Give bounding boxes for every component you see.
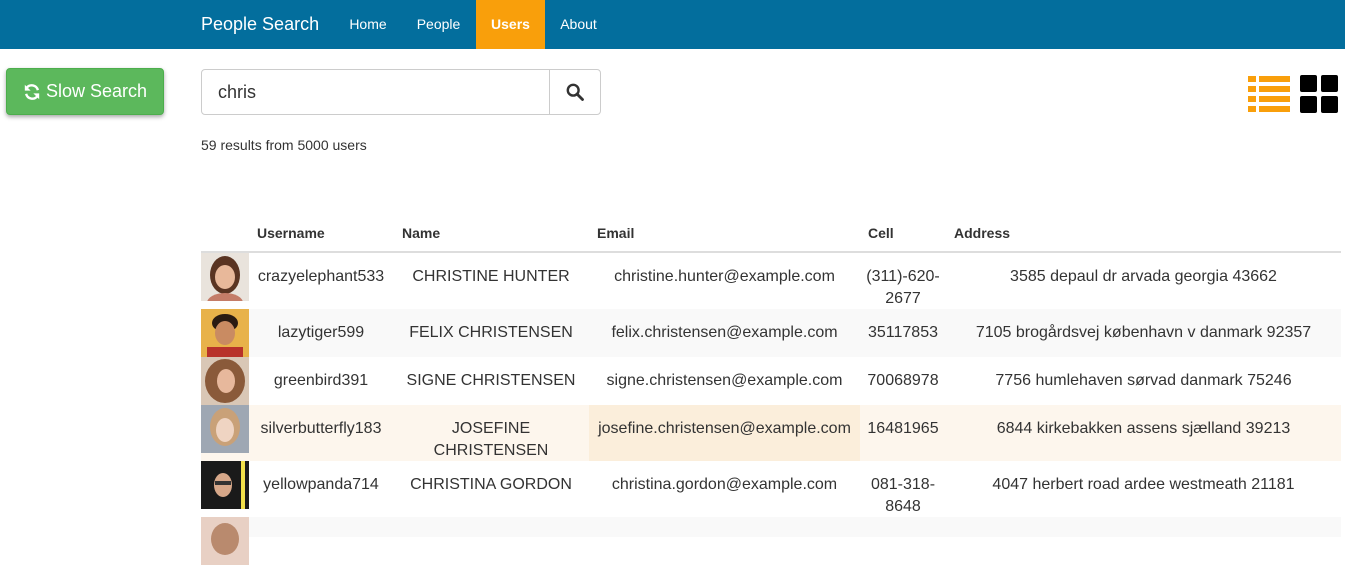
search-button[interactable] [549, 69, 601, 115]
cell-address: 6844 kirkebakken assens sjælland 39213 [996, 420, 1291, 437]
cell-email: felix.christensen@example.com [611, 324, 838, 341]
cell-phone: 16481965 [867, 420, 939, 437]
avatar [201, 517, 249, 565]
cell-username: silverbutterfly183 [260, 420, 382, 437]
grid-view-icon [1300, 75, 1338, 113]
header-address[interactable]: Address [954, 225, 1010, 241]
table-row[interactable]: greenbird391 SIGNE CHRISTENSEN signe.chr… [201, 357, 1341, 405]
results-summary: 59 results from 5000 users [201, 137, 367, 153]
table-row[interactable]: crazyelephant533 CHRISTINE HUNTER christ… [201, 253, 1341, 309]
cell-address: 7105 brogårdsvej københavn v danmark 923… [975, 324, 1312, 341]
cell-email: christina.gordon@example.com [611, 476, 838, 493]
avatar [201, 309, 249, 357]
cell-name: CHRISTINA GORDON [410, 476, 572, 493]
cell-name: JOSEFINE CHRISTENSEN [433, 420, 549, 459]
header-email[interactable]: Email [597, 225, 634, 241]
header-username[interactable]: Username [257, 225, 325, 241]
cell-address: 4047 herbert road ardee westmeath 21181 [992, 476, 1295, 493]
cell-username: crazyelephant533 [257, 268, 385, 285]
header-cell[interactable]: Cell [868, 225, 894, 241]
nav-people[interactable]: People [401, 0, 476, 49]
table-header: Username Name Email Cell Address [201, 220, 1341, 253]
refresh-icon [24, 83, 40, 100]
cell-phone: (311)-620-2677 [866, 268, 940, 307]
avatar [201, 357, 249, 405]
slow-search-button[interactable]: Slow Search [6, 68, 164, 115]
slow-search-label: Slow Search [45, 81, 148, 101]
cell-address: 3585 depaul dr arvada georgia 43662 [1010, 268, 1277, 285]
cell-phone: 35117853 [868, 324, 938, 341]
cell-username: lazytiger599 [277, 324, 365, 341]
search-input[interactable] [201, 69, 551, 115]
cell-email: christine.hunter@example.com [614, 268, 835, 285]
nav-home[interactable]: Home [335, 0, 401, 49]
grid-view-button[interactable] [1300, 75, 1338, 113]
search-icon [566, 83, 584, 101]
header-name[interactable]: Name [402, 225, 440, 241]
nav-users[interactable]: Users [476, 0, 545, 49]
cell-username: greenbird391 [273, 372, 369, 389]
top-navbar: People Search Home People Users About [0, 0, 1345, 49]
cell-name: FELIX CHRISTENSEN [409, 324, 573, 341]
cell-name: CHRISTINE HUNTER [412, 268, 570, 285]
cell-address: 7756 humlehaven sørvad danmark 75246 [995, 372, 1292, 389]
nav-about[interactable]: About [545, 0, 612, 49]
avatar [201, 253, 249, 301]
table-row[interactable]: yellowpanda714 CHRISTINA GORDON christin… [201, 461, 1341, 517]
cell-email: josefine.christensen@example.com [589, 405, 860, 461]
list-view-button[interactable] [1248, 75, 1290, 113]
cell-name: SIGNE CHRISTENSEN [406, 372, 576, 389]
cell-phone: 081-318-8648 [870, 476, 936, 515]
table-row[interactable]: silverbutterfly183 JOSEFINE CHRISTENSEN … [201, 405, 1341, 461]
brand-link[interactable]: People Search [201, 0, 319, 49]
users-table: Username Name Email Cell Address crazyel… [201, 220, 1341, 565]
avatar [201, 461, 249, 509]
cell-email: signe.christensen@example.com [606, 372, 843, 389]
table-row[interactable] [201, 517, 1341, 565]
list-view-icon [1248, 76, 1290, 112]
avatar [201, 405, 249, 453]
cell-phone: 70068978 [867, 372, 939, 389]
cell-username: yellowpanda714 [263, 476, 379, 493]
table-row[interactable]: lazytiger599 FELIX CHRISTENSEN felix.chr… [201, 309, 1341, 357]
